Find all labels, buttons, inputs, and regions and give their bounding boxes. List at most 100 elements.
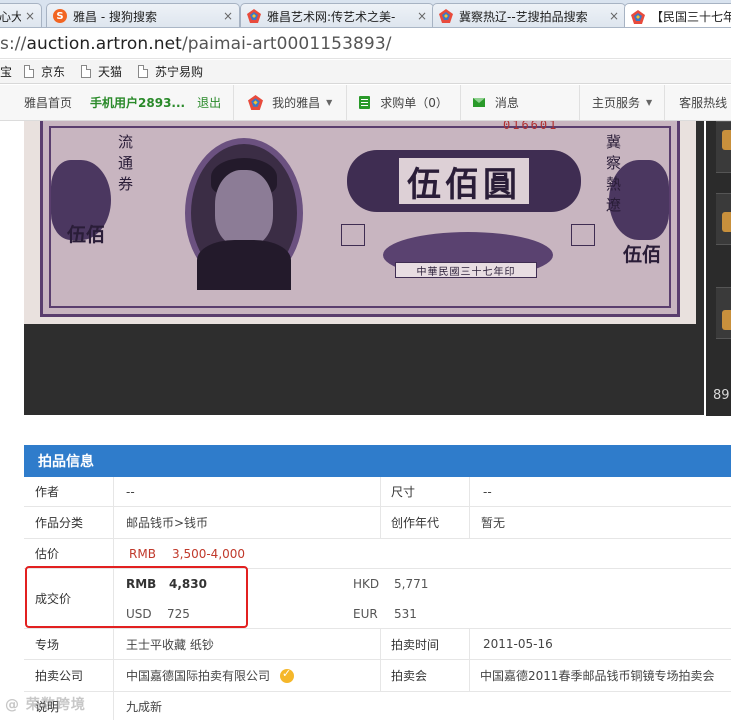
page-icon <box>138 65 149 78</box>
tab-title: 雅昌 - 搜狗搜索 <box>73 9 157 24</box>
denomination-text: 伍佰圓 <box>397 156 531 206</box>
nav-my-artron[interactable]: 我的雅昌 ▼ <box>248 85 332 121</box>
nav-user-label: 手机用户2893... <box>90 96 186 110</box>
nav-divider <box>233 84 235 121</box>
bookmark-item[interactable]: 天猫 <box>81 63 122 80</box>
hkd-label: HKD <box>353 577 380 591</box>
nav-divider <box>578 84 580 121</box>
panel-title: 拍品信息 <box>24 445 731 477</box>
banknote-date-plate: 中華民國三十七年印 <box>395 262 537 278</box>
sogou-icon: S <box>53 9 67 23</box>
thumbnail-item[interactable] <box>716 287 731 339</box>
banknote-corner-right: 伍佰 <box>623 244 662 266</box>
bookmarks-bar: 宝 京东 天猫 苏宁易购 <box>0 60 731 84</box>
tab-title: 心大全 <box>0 9 21 24</box>
nav-messages[interactable]: 消息 <box>472 85 519 121</box>
auction-date-label: 拍卖时间 <box>380 629 470 659</box>
seal-left <box>341 224 365 246</box>
portrait-image <box>185 138 303 290</box>
eur-value: 531 <box>394 607 417 621</box>
close-icon[interactable]: × <box>609 9 619 23</box>
tab-1[interactable]: 心大全 × <box>0 3 42 27</box>
seal-right <box>571 224 595 246</box>
eur-label: EUR <box>353 607 378 621</box>
session-value[interactable]: 王士平收藏 纸钞 <box>126 629 214 659</box>
nav-support-label: 客服热线 <box>679 96 728 110</box>
tab-3[interactable]: 雅昌艺术网:传艺术之美- × <box>240 3 434 27</box>
bookmark-label: 苏宁易购 <box>155 65 204 79</box>
author-value: -- <box>126 484 135 499</box>
caret-down-icon: ▼ <box>326 98 333 107</box>
site-top-nav: 雅昌首页 手机用户2893... 退出 我的雅昌 ▼ 求购单（0） 消息 主页服… <box>0 84 731 121</box>
sale-label: 拍卖会 <box>380 660 470 691</box>
thumbnail-strip <box>706 121 731 416</box>
tab-title: 【民国三十七年 <box>651 10 731 24</box>
company-name[interactable]: 中国嘉德国际拍卖有限公司 <box>126 667 270 684</box>
year-value: 暂无 <box>481 516 506 530</box>
nav-divider <box>664 84 666 121</box>
thumbnail-item[interactable] <box>716 193 731 245</box>
url-path: /paimai-art0001153893/ <box>181 33 392 54</box>
nav-user-link[interactable]: 手机用户2893... <box>90 85 185 121</box>
list-icon <box>359 96 371 109</box>
nav-divider <box>459 84 461 121</box>
author-label: 作者 <box>24 477 114 506</box>
info-row: 拍卖公司 中国嘉德国际拍卖有限公司 拍卖会 中国嘉德2011春季邮品钱币铜镜专场… <box>24 660 731 692</box>
sale-value[interactable]: 中国嘉德2011春季邮品钱币铜镜专场拍卖会 <box>480 660 715 691</box>
year-label: 创作年代 <box>380 507 470 538</box>
lot-main-image[interactable]: 016601 流通券 冀察熱遼 伍佰 伍佰 伍佰圓 中華民國三十七年印 <box>24 121 696 324</box>
nav-services-label: 主页服务 <box>591 96 640 110</box>
serial-number: 016601 <box>503 121 559 132</box>
watermark-text: @ 荣数跨境 <box>5 697 86 713</box>
size-value: -- <box>483 484 492 499</box>
tab-title: 雅昌艺术网:传艺术之美- <box>267 9 396 24</box>
deal-price-highlight-box <box>25 566 248 628</box>
banknote-corner-left: 伍佰 <box>67 224 106 246</box>
caret-down-icon: ▼ <box>645 98 653 107</box>
close-icon[interactable]: × <box>223 9 233 23</box>
bookmark-item[interactable]: 宝 <box>0 63 12 80</box>
bookmark-item[interactable]: 京东 <box>24 63 65 80</box>
browser-tab-strip: 心大全 × S 雅昌 - 搜狗搜索 × 雅昌艺术网:传艺术之美- × 冀察热辽-… <box>0 0 731 28</box>
banknote-frame <box>49 126 671 308</box>
hkd-value: 5,771 <box>394 577 429 591</box>
info-row: 估价 RMB 3,500-4,000 <box>24 539 731 569</box>
banknote-body: 016601 流通券 冀察熱遼 伍佰 伍佰 伍佰圓 中華民國三十七年印 <box>40 121 680 317</box>
denomination-plaque: 伍佰圓 <box>347 150 581 212</box>
close-icon[interactable]: × <box>25 9 35 23</box>
url-text[interactable]: s://auction.artron.net/paimai-art0001153… <box>0 34 392 54</box>
estimate-value: 3,500-4,000 <box>172 546 246 561</box>
tab-title: 冀察热辽--艺搜拍品搜索 <box>459 9 588 24</box>
nav-home-label: 雅昌首页 <box>24 96 73 110</box>
auction-date-value: 2011-05-16 <box>483 637 553 651</box>
tab-2[interactable]: S 雅昌 - 搜狗搜索 × <box>46 3 240 27</box>
nav-logout-link[interactable]: 退出 <box>197 85 221 121</box>
company-value[interactable]: 中国嘉德国际拍卖有限公司 <box>126 660 295 691</box>
nav-support[interactable]: 客服热线 <box>679 85 727 121</box>
tab-4[interactable]: 冀察热辽--艺搜拍品搜索 × <box>432 3 626 27</box>
bookmark-item[interactable]: 苏宁易购 <box>138 63 203 80</box>
nav-wishlist[interactable]: 求购单（0） <box>359 85 448 121</box>
tab-5-active[interactable]: 【民国三十七年 <box>624 3 731 27</box>
mail-icon <box>472 98 485 107</box>
page-icon <box>24 65 35 78</box>
url-host: auction.artron.net <box>26 33 182 54</box>
info-row: 作品分类 邮品钱币>钱币 创作年代 暂无 <box>24 507 731 539</box>
thumbnail-count: 89 <box>713 388 730 403</box>
verified-badge-icon <box>280 667 295 683</box>
nav-home-link[interactable]: 雅昌首页 <box>24 85 72 121</box>
info-row: 专场 王士平收藏 纸钞 拍卖时间 2011-05-16 <box>24 629 731 660</box>
info-row: 作者 -- 尺寸 -- <box>24 477 731 507</box>
close-icon[interactable]: × <box>417 9 427 23</box>
nav-messages-label: 消息 <box>494 96 519 110</box>
nav-services[interactable]: 主页服务 ▼ <box>592 85 652 121</box>
category-value[interactable]: 邮品钱币>钱币 <box>126 507 208 538</box>
thumbnail-item[interactable] <box>716 121 731 173</box>
description-value: 九成新 <box>126 699 163 714</box>
address-bar[interactable]: s://auction.artron.net/paimai-art0001153… <box>0 29 731 59</box>
nav-logout-label: 退出 <box>197 96 222 110</box>
bookmark-label: 天猫 <box>98 65 123 79</box>
nav-my-artron-label: 我的雅昌 <box>272 96 321 110</box>
category-label: 作品分类 <box>24 507 114 538</box>
banknote-right-text: 冀察熱遼 <box>604 134 622 218</box>
